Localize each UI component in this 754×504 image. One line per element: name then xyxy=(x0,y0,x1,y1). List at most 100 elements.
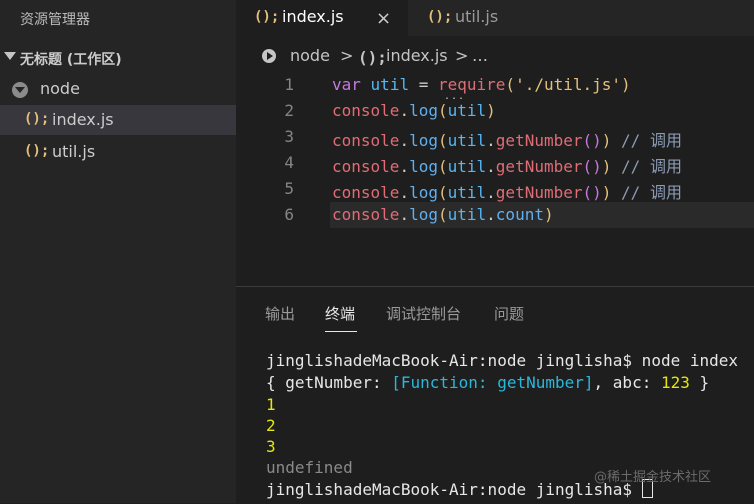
code-token: () xyxy=(582,157,602,176)
folder-label: node xyxy=(40,79,80,98)
watermark: @稀土掘金技术社区 xyxy=(594,470,712,485)
code-token: ) xyxy=(601,183,612,202)
tab-label: util.js xyxy=(455,7,499,26)
tab-terminal[interactable]: 终端 xyxy=(325,303,355,324)
code-token: . xyxy=(486,157,496,176)
code-editor[interactable]: 1 2 3 4 5 6 var util = require('./util.j… xyxy=(236,70,754,286)
code-token: getNumber xyxy=(495,131,583,150)
terminal-text: 123 xyxy=(660,373,690,392)
chevron-down-icon xyxy=(4,52,16,60)
tab-output[interactable]: 输出 xyxy=(265,303,295,324)
code-token: util xyxy=(370,75,410,94)
code-token: console xyxy=(332,157,400,176)
code-token: . xyxy=(486,131,496,150)
js-file-icon: (); xyxy=(24,111,50,127)
js-file-icon: (); xyxy=(427,9,453,25)
play-icon[interactable] xyxy=(262,49,276,63)
code-comment: // 调用 xyxy=(611,131,682,150)
code-token: log xyxy=(409,183,438,202)
code-token: log xyxy=(409,157,438,176)
code-line-2: console.log(util) xyxy=(332,101,496,120)
terminal-line: 1 xyxy=(266,395,276,414)
code-token: = xyxy=(409,75,438,94)
terminal-text: { getNumber: xyxy=(266,373,392,392)
code-token: . xyxy=(399,205,410,224)
breadcrumb-file[interactable]: index.js xyxy=(386,46,448,65)
tab-util-js[interactable]: (); util.js xyxy=(409,0,579,36)
code-token: ) xyxy=(621,75,631,94)
code-token: util xyxy=(447,157,487,176)
file-index-js[interactable]: (); index.js xyxy=(0,105,236,135)
js-file-icon: (); xyxy=(254,9,280,25)
workspace-section-header[interactable]: 无标题 (工作区) xyxy=(0,44,236,72)
line-number: 3 xyxy=(284,127,294,146)
code-token: './util.js' xyxy=(515,75,622,94)
code-token: ) xyxy=(543,205,554,224)
line-number: 6 xyxy=(284,205,294,224)
code-token: . xyxy=(399,157,410,176)
code-comment: // 调用 xyxy=(611,183,682,202)
code-token: ) xyxy=(601,157,612,176)
breadcrumb-separator: > xyxy=(455,46,469,65)
terminal-line: 2 xyxy=(266,416,276,435)
breadcrumb-separator: > xyxy=(340,46,354,65)
code-token: . xyxy=(399,131,410,150)
workspace-label: 无标题 (工作区) xyxy=(20,52,122,68)
file-label: index.js xyxy=(52,110,114,129)
terminal-text: [Function: getNumber] xyxy=(391,373,594,392)
close-icon[interactable]: × xyxy=(376,8,391,29)
file-util-js[interactable]: (); util.js xyxy=(0,137,236,167)
code-token: ( xyxy=(437,157,448,176)
explorer-title: 资源管理器 xyxy=(20,12,90,28)
code-token: util xyxy=(447,101,487,120)
line-number: 5 xyxy=(284,179,294,198)
tab-index-js[interactable]: (); index.js × xyxy=(236,0,408,36)
code-token: ( xyxy=(437,183,448,202)
code-token: util xyxy=(447,183,487,202)
code-token: . xyxy=(486,205,496,224)
terminal-line: { getNumber: [Function: getNumber], abc:… xyxy=(266,373,709,392)
code-token: util xyxy=(447,131,487,150)
line-number: 2 xyxy=(284,101,294,120)
folder-node[interactable]: node xyxy=(0,74,236,104)
code-token: log xyxy=(409,131,438,150)
terminal-text: , abc: xyxy=(593,373,661,392)
file-label: util.js xyxy=(52,142,96,161)
editor-tab-bar: (); index.js × (); util.js xyxy=(236,0,754,36)
code-token: . xyxy=(399,101,410,120)
code-token: ) xyxy=(486,101,496,120)
tab-label: index.js xyxy=(282,7,344,26)
explorer-sidebar: 资源管理器 无标题 (工作区) node (); index.js (); ut… xyxy=(0,0,236,503)
code-token: log xyxy=(409,101,438,120)
breadcrumb-folder[interactable]: node xyxy=(290,46,330,65)
js-file-icon: (); xyxy=(24,143,50,159)
code-token: util xyxy=(447,205,487,224)
line-number: 1 xyxy=(284,75,294,94)
terminal-line: 3 xyxy=(266,437,276,456)
code-token: ( xyxy=(437,131,448,150)
code-token: getNumber xyxy=(495,183,583,202)
code-token: var xyxy=(332,75,361,94)
code-token: () xyxy=(582,131,602,150)
terminal-line: undefined xyxy=(266,458,353,477)
tab-problems[interactable]: 问题 xyxy=(494,303,524,324)
code-comment: // 调用 xyxy=(611,157,682,176)
code-token: console xyxy=(332,183,400,202)
code-token: ( xyxy=(437,205,448,224)
terminal-text: } xyxy=(689,373,710,392)
breadcrumb-ellipsis[interactable]: … xyxy=(472,46,488,65)
code-token: console xyxy=(332,101,400,120)
code-token: ) xyxy=(601,131,612,150)
line-number: 4 xyxy=(284,153,294,172)
code-token: . xyxy=(399,183,410,202)
code-line-6: console.log(util.count) xyxy=(332,205,554,224)
code-token: log xyxy=(409,205,438,224)
active-tab-indicator xyxy=(325,331,357,332)
code-line-5: console.log(util.getNumber()) // 调用 xyxy=(332,179,682,203)
code-token: getNumber xyxy=(495,157,583,176)
tab-debug-console[interactable]: 调试控制台 xyxy=(386,303,461,324)
terminal-text: jinglishadeMacBook-Air:node jinglisha$ xyxy=(266,480,642,499)
hint-dots: ... xyxy=(444,91,466,102)
code-token: . xyxy=(486,183,496,202)
code-token: ( xyxy=(505,75,516,94)
